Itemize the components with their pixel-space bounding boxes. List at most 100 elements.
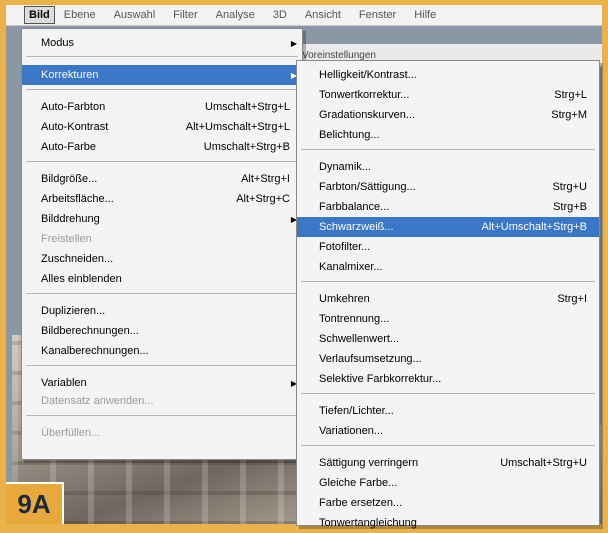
menu-item-auto-farbton[interactable]: Auto-Farbton Umschalt+Strg+L bbox=[22, 97, 302, 117]
menu-item-label: Belichtung... bbox=[319, 129, 380, 141]
menu-item-label: Tonwertkorrektur... bbox=[319, 89, 410, 101]
menu-item-variablen[interactable]: Variablen ▶ bbox=[22, 373, 302, 393]
menu-hilfe[interactable]: Hilfe bbox=[405, 5, 445, 25]
menu-item-bildberechnungen[interactable]: Bildberechnungen... bbox=[22, 321, 302, 341]
menu-filter[interactable]: Filter bbox=[164, 5, 206, 25]
submenu-item-farbbalance[interactable]: Farbbalance... Strg+B bbox=[297, 197, 599, 217]
menu-item-bildgroesse[interactable]: Bildgröße... Alt+Strg+I bbox=[22, 169, 302, 189]
menu-separator bbox=[26, 161, 298, 162]
menu-item-ueberfuellen: Überfüllen... bbox=[22, 423, 302, 443]
menu-item-label: Bildgröße... bbox=[41, 173, 98, 185]
menu-item-shortcut: Umschalt+Strg+B bbox=[203, 141, 290, 153]
menu-item-shortcut: Strg+I bbox=[557, 293, 587, 305]
menu-item-label: Tiefen/Lichter... bbox=[319, 405, 394, 417]
bild-menu: Modus ▶ Korrekturen ▶ Auto-Farbton Umsch… bbox=[21, 28, 303, 460]
menu-item-shortcut: Alt+Strg+I bbox=[241, 173, 290, 185]
submenu-item-variationen[interactable]: Variationen... bbox=[297, 421, 599, 441]
menu-item-shortcut: Umschalt+Strg+L bbox=[205, 101, 290, 113]
submenu-item-schwellenwert[interactable]: Schwellenwert... bbox=[297, 329, 599, 349]
menubar: Bild Ebene Auswahl Filter Analyse 3D Ans… bbox=[6, 5, 602, 26]
menu-item-shortcut: Alt+Umschalt+Strg+L bbox=[185, 121, 290, 133]
menu-separator bbox=[26, 293, 298, 294]
menu-item-auto-kontrast[interactable]: Auto-Kontrast Alt+Umschalt+Strg+L bbox=[22, 117, 302, 137]
menu-item-label: Kanalmixer... bbox=[319, 261, 383, 273]
menu-item-label: Bildberechnungen... bbox=[41, 325, 139, 337]
menu-separator bbox=[26, 56, 298, 57]
menu-item-label: Auto-Farbe bbox=[41, 141, 97, 153]
menu-item-arbeitsflaeche[interactable]: Arbeitsfläche... Alt+Strg+C bbox=[22, 189, 302, 209]
menu-item-label: Datensatz anwenden... bbox=[41, 395, 154, 407]
menu-item-label: Gradationskurven... bbox=[319, 109, 415, 121]
submenu-item-selektive-farbkorrektur[interactable]: Selektive Farbkorrektur... bbox=[297, 369, 599, 389]
menu-item-duplizieren[interactable]: Duplizieren... bbox=[22, 301, 302, 321]
menu-item-shortcut: Alt+Umschalt+Strg+B bbox=[481, 221, 587, 233]
submenu-item-verlaufsumsetzung[interactable]: Verlaufsumsetzung... bbox=[297, 349, 599, 369]
menu-item-label: Alles einblenden bbox=[41, 273, 122, 285]
menu-item-label: Duplizieren... bbox=[41, 305, 106, 317]
menu-ebene[interactable]: Ebene bbox=[55, 5, 105, 25]
submenu-item-farbton-saettigung[interactable]: Farbton/Sättigung... Strg+U bbox=[297, 177, 599, 197]
submenu-item-farbe-ersetzen[interactable]: Farbe ersetzen... bbox=[297, 493, 599, 513]
menu-item-label: Arbeitsfläche... bbox=[41, 193, 114, 205]
menu-item-label: Variationen... bbox=[319, 425, 384, 437]
menu-item-modus[interactable]: Modus ▶ bbox=[22, 33, 302, 53]
submenu-item-fotofilter[interactable]: Fotofilter... bbox=[297, 237, 599, 257]
menu-item-auto-farbe[interactable]: Auto-Farbe Umschalt+Strg+B bbox=[22, 137, 302, 157]
menu-separator bbox=[26, 415, 298, 416]
menu-item-label: Zuschneiden... bbox=[41, 253, 114, 265]
menu-separator bbox=[26, 365, 298, 366]
options-label[interactable]: Voreinstellungen bbox=[296, 50, 382, 61]
menu-fenster[interactable]: Fenster bbox=[350, 5, 405, 25]
menu-item-shortcut: Strg+M bbox=[551, 109, 587, 121]
menu-item-datensatz-anwenden: Datensatz anwenden... bbox=[22, 391, 302, 411]
submenu-item-kanalmixer[interactable]: Kanalmixer... bbox=[297, 257, 599, 277]
submenu-item-umkehren[interactable]: Umkehren Strg+I bbox=[297, 289, 599, 309]
menu-item-label: Farbton/Sättigung... bbox=[319, 181, 416, 193]
menu-item-label: Farbe ersetzen... bbox=[319, 497, 403, 509]
submenu-item-saettigung-verringern[interactable]: Sättigung verringern Umschalt+Strg+U bbox=[297, 453, 599, 473]
menu-item-label: Schwarzweiß... bbox=[319, 221, 394, 233]
submenu-item-gleiche-farbe[interactable]: Gleiche Farbe... bbox=[297, 473, 599, 493]
menu-item-freistellen: Freistellen bbox=[22, 229, 302, 249]
menu-3d[interactable]: 3D bbox=[264, 5, 296, 25]
menu-item-label: Fotofilter... bbox=[319, 241, 371, 253]
figure-badge: 9A bbox=[6, 482, 64, 524]
korrekturen-submenu: Helligkeit/Kontrast... Tonwertkorrektur.… bbox=[296, 60, 600, 529]
menu-item-label: Freistellen bbox=[41, 233, 92, 245]
submenu-item-belichtung[interactable]: Belichtung... bbox=[297, 125, 599, 145]
menu-separator bbox=[26, 89, 298, 90]
menu-item-alles-einblenden[interactable]: Alles einblenden bbox=[22, 269, 302, 289]
menu-item-label: Variablen bbox=[41, 377, 87, 389]
menu-item-kanalberechnungen[interactable]: Kanalberechnungen... bbox=[22, 341, 302, 361]
menu-item-shortcut: Strg+B bbox=[553, 201, 587, 213]
submenu-item-gradationskurven[interactable]: Gradationskurven... Strg+M bbox=[297, 105, 599, 125]
menu-item-label: Bilddrehung bbox=[41, 213, 100, 225]
submenu-item-tiefen-lichter[interactable]: Tiefen/Lichter... bbox=[297, 401, 599, 421]
submenu-item-tonwertangleichung[interactable]: Tonwertangleichung bbox=[297, 513, 599, 533]
menu-item-zuschneiden[interactable]: Zuschneiden... bbox=[22, 249, 302, 269]
menu-item-label: Modus bbox=[41, 37, 75, 49]
menu-item-label: Korrekturen bbox=[41, 69, 99, 81]
menu-analyse[interactable]: Analyse bbox=[207, 5, 264, 25]
menu-item-label: Kanalberechnungen... bbox=[41, 345, 149, 357]
menu-item-bilddrehung[interactable]: Bilddrehung ▶ bbox=[22, 209, 302, 229]
menu-item-shortcut: Umschalt+Strg+U bbox=[500, 457, 587, 469]
submenu-item-helligkeit-kontrast[interactable]: Helligkeit/Kontrast... bbox=[297, 65, 599, 85]
menu-ansicht[interactable]: Ansicht bbox=[296, 5, 350, 25]
submenu-item-schwarzweiss[interactable]: Schwarzweiß... Alt+Umschalt+Strg+B bbox=[297, 217, 599, 237]
menu-item-label: Schwellenwert... bbox=[319, 333, 400, 345]
menu-bild[interactable]: Bild bbox=[24, 6, 55, 24]
submenu-item-tonwertkorrektur[interactable]: Tonwertkorrektur... Strg+L bbox=[297, 85, 599, 105]
menu-item-label: Umkehren bbox=[319, 293, 370, 305]
submenu-item-dynamik[interactable]: Dynamik... bbox=[297, 157, 599, 177]
menu-item-label: Gleiche Farbe... bbox=[319, 477, 398, 489]
menu-separator bbox=[301, 445, 595, 446]
menu-item-shortcut: Strg+U bbox=[552, 181, 587, 193]
submenu-item-tontrennung[interactable]: Tontrennung... bbox=[297, 309, 599, 329]
menu-item-korrekturen[interactable]: Korrekturen ▶ bbox=[22, 65, 302, 85]
menu-item-label: Selektive Farbkorrektur... bbox=[319, 373, 442, 385]
menu-item-shortcut: Strg+L bbox=[554, 89, 587, 101]
submenu-arrow-icon: ▶ bbox=[290, 38, 297, 48]
menu-item-label: Sättigung verringern bbox=[319, 457, 419, 469]
menu-auswahl[interactable]: Auswahl bbox=[105, 5, 165, 25]
